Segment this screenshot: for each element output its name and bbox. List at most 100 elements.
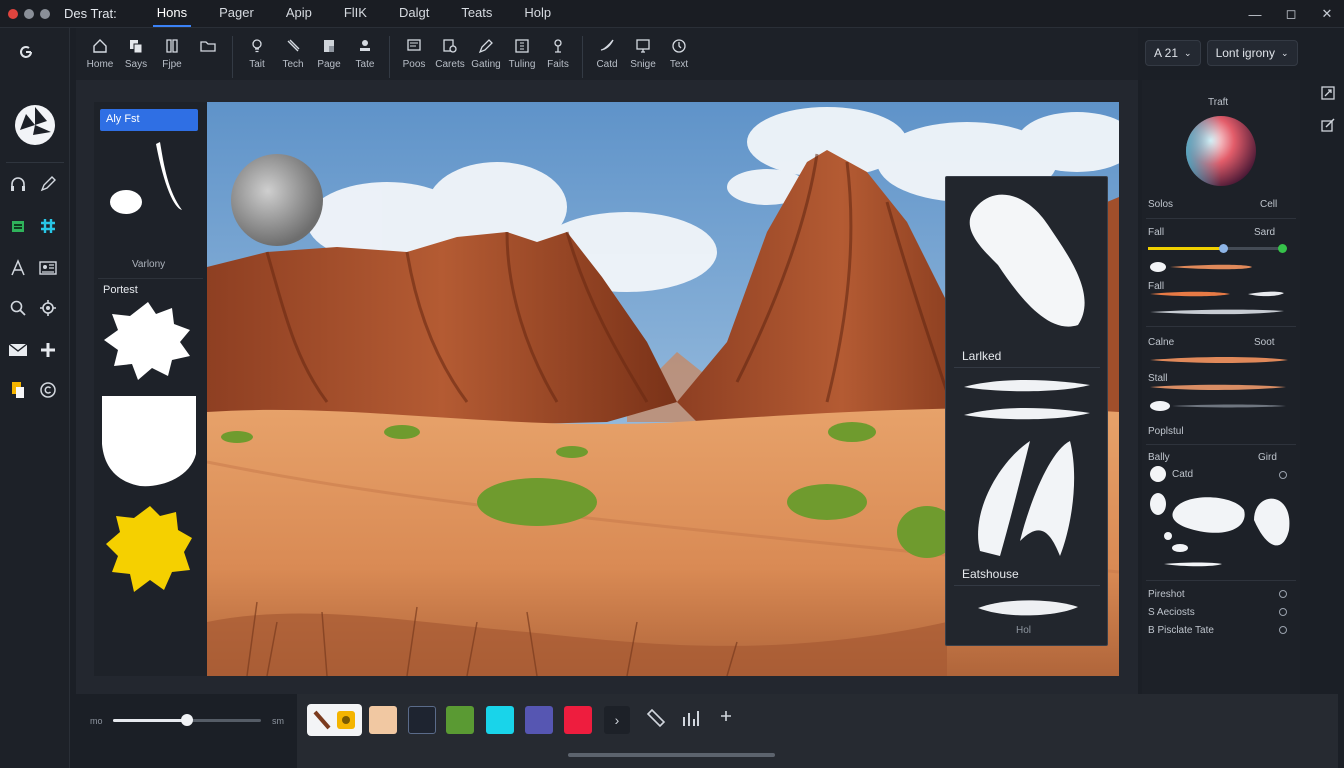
catd-button[interactable]: Catd bbox=[589, 36, 625, 78]
copy-icon bbox=[126, 36, 146, 56]
fall-slider-handle[interactable] bbox=[1218, 244, 1228, 253]
home-button[interactable]: Home bbox=[82, 36, 118, 78]
brush-library-header[interactable]: Aly Fst bbox=[100, 109, 198, 131]
eraser-icon[interactable] bbox=[643, 708, 667, 735]
tate-button[interactable]: Tate bbox=[347, 36, 383, 78]
brush-stroke-sample-1[interactable] bbox=[1148, 261, 1292, 273]
swatch-navy[interactable] bbox=[408, 706, 436, 734]
font-size-chip[interactable]: A 21 ⌄ bbox=[1145, 40, 1201, 66]
brush-tool-icon bbox=[313, 710, 355, 730]
swatch-peach[interactable] bbox=[369, 706, 397, 734]
grid-tool-icon[interactable] bbox=[36, 214, 60, 238]
brush-stroke-sample-4[interactable] bbox=[1148, 382, 1292, 412]
settings-gear-icon[interactable] bbox=[36, 296, 60, 320]
catd-radio[interactable] bbox=[1279, 471, 1287, 479]
brush-panel-divider bbox=[954, 585, 1100, 586]
catd-label: Catd bbox=[596, 59, 618, 70]
option-aeciosts-radio[interactable] bbox=[1279, 608, 1287, 616]
active-tool-chip[interactable] bbox=[307, 704, 362, 736]
menu-item-home[interactable]: Hons bbox=[141, 0, 203, 28]
horizontal-scrollbar[interactable] bbox=[568, 753, 775, 757]
menu-item-flik[interactable]: FlIK bbox=[328, 0, 383, 28]
option-pisclate-radio[interactable] bbox=[1279, 626, 1287, 634]
search-icon[interactable] bbox=[6, 296, 30, 320]
menu-item-holp[interactable]: Holp bbox=[508, 0, 567, 28]
close-icon[interactable]: ✕ bbox=[1320, 6, 1334, 21]
faits-button[interactable]: Faits bbox=[540, 36, 576, 78]
restore-icon[interactable]: ◻ bbox=[1284, 6, 1298, 21]
brush-stroke-sample-2[interactable] bbox=[1148, 288, 1292, 316]
props-divider bbox=[1146, 444, 1296, 445]
brush-stroke-sample-3[interactable] bbox=[1148, 356, 1292, 364]
carets-button[interactable]: Carets bbox=[432, 36, 468, 78]
fjpe-button[interactable]: Fjpe bbox=[154, 36, 190, 78]
minimize-icon[interactable]: — bbox=[1248, 7, 1262, 22]
says-button[interactable]: Says bbox=[118, 36, 154, 78]
brush-preview-strokes[interactable] bbox=[960, 375, 1094, 425]
right-tools: A 21 ⌄ Lont igrony ⌄ bbox=[1145, 40, 1298, 66]
brush-preview-yellow[interactable] bbox=[104, 502, 194, 596]
side-icon-column bbox=[1318, 86, 1338, 150]
brush-shapes-sample[interactable] bbox=[1144, 490, 1296, 576]
option-pisclate: B Pisclate Tate bbox=[1148, 625, 1214, 636]
gating-button[interactable]: Gating bbox=[468, 36, 504, 78]
menu-item-dalgt[interactable]: Dalgt bbox=[383, 0, 445, 28]
expand-panel-icon[interactable] bbox=[1318, 86, 1338, 106]
text-button[interactable]: Text bbox=[661, 36, 697, 78]
tait-button[interactable]: Tait bbox=[239, 36, 275, 78]
brush-preview-fluffy[interactable] bbox=[102, 298, 194, 382]
headphones-icon[interactable] bbox=[6, 172, 30, 196]
zoom-window-button[interactable] bbox=[40, 8, 50, 19]
panel-icon bbox=[404, 36, 424, 56]
refresh-icon[interactable] bbox=[14, 40, 38, 64]
swatch-cyan[interactable] bbox=[486, 706, 514, 734]
close-window-button[interactable] bbox=[8, 8, 18, 19]
add-icon[interactable] bbox=[714, 708, 738, 729]
poos-button[interactable]: Poos bbox=[396, 36, 432, 78]
copyright-icon[interactable] bbox=[36, 378, 60, 402]
brush-preview-chalk[interactable] bbox=[958, 185, 1098, 335]
swatch-green[interactable] bbox=[446, 706, 474, 734]
brush-preview-flat[interactable] bbox=[976, 597, 1080, 619]
swatch-red[interactable] bbox=[564, 706, 592, 734]
text-label: Text bbox=[669, 59, 689, 70]
page-button[interactable]: Page bbox=[311, 36, 347, 78]
menu-item-apip[interactable]: Apip bbox=[270, 0, 328, 28]
files-icon[interactable] bbox=[6, 378, 30, 402]
snige-button[interactable]: Snige bbox=[625, 36, 661, 78]
menu-item-teats[interactable]: Teats bbox=[445, 0, 508, 28]
faits-label: Faits bbox=[547, 59, 569, 70]
brush-preview-scribble[interactable] bbox=[970, 431, 1086, 561]
next-swatches-button[interactable]: › bbox=[604, 706, 630, 734]
catd-swatch[interactable] bbox=[1150, 466, 1166, 482]
brush-caption-larlked: Larlked bbox=[962, 349, 1002, 363]
brush-preview-block[interactable] bbox=[100, 394, 198, 490]
layers-icon[interactable] bbox=[6, 214, 30, 238]
tuling-button[interactable]: Tuling bbox=[504, 36, 540, 78]
main-menu: Hons Pager Apip FlIK Dalgt Teats Holp bbox=[141, 0, 567, 28]
clock-icon bbox=[669, 36, 689, 56]
minimize-window-button[interactable] bbox=[24, 8, 34, 19]
poplstul-label: Poplstul bbox=[1148, 426, 1184, 437]
ribbon-group-tools: Tait Tech Page Tate bbox=[233, 36, 390, 78]
image-gallery-icon[interactable] bbox=[36, 256, 60, 280]
pencil-ribbon-icon bbox=[476, 36, 496, 56]
mail-icon[interactable] bbox=[6, 338, 30, 362]
pencil-icon[interactable] bbox=[36, 172, 60, 196]
edit-icon[interactable] bbox=[1318, 118, 1338, 138]
option-pireshot-radio[interactable] bbox=[1279, 590, 1287, 598]
color-wheel[interactable] bbox=[1184, 114, 1258, 188]
brush-section-title: Portest bbox=[103, 284, 138, 296]
folder-button[interactable] bbox=[190, 36, 226, 78]
zoom-slider-handle[interactable] bbox=[181, 714, 193, 726]
brush-preview-stroke[interactable] bbox=[104, 136, 194, 218]
bar-chart-icon[interactable] bbox=[678, 708, 702, 735]
font-dropdown[interactable]: Lont igrony ⌄ bbox=[1206, 40, 1298, 66]
move-cross-icon[interactable] bbox=[36, 338, 60, 362]
menu-item-pager[interactable]: Pager bbox=[203, 0, 270, 28]
props-divider bbox=[1146, 580, 1296, 581]
text-tool-icon[interactable] bbox=[6, 256, 30, 280]
tate-label: Tate bbox=[355, 59, 375, 70]
tech-button[interactable]: Tech bbox=[275, 36, 311, 78]
swatch-purple[interactable] bbox=[525, 706, 553, 734]
